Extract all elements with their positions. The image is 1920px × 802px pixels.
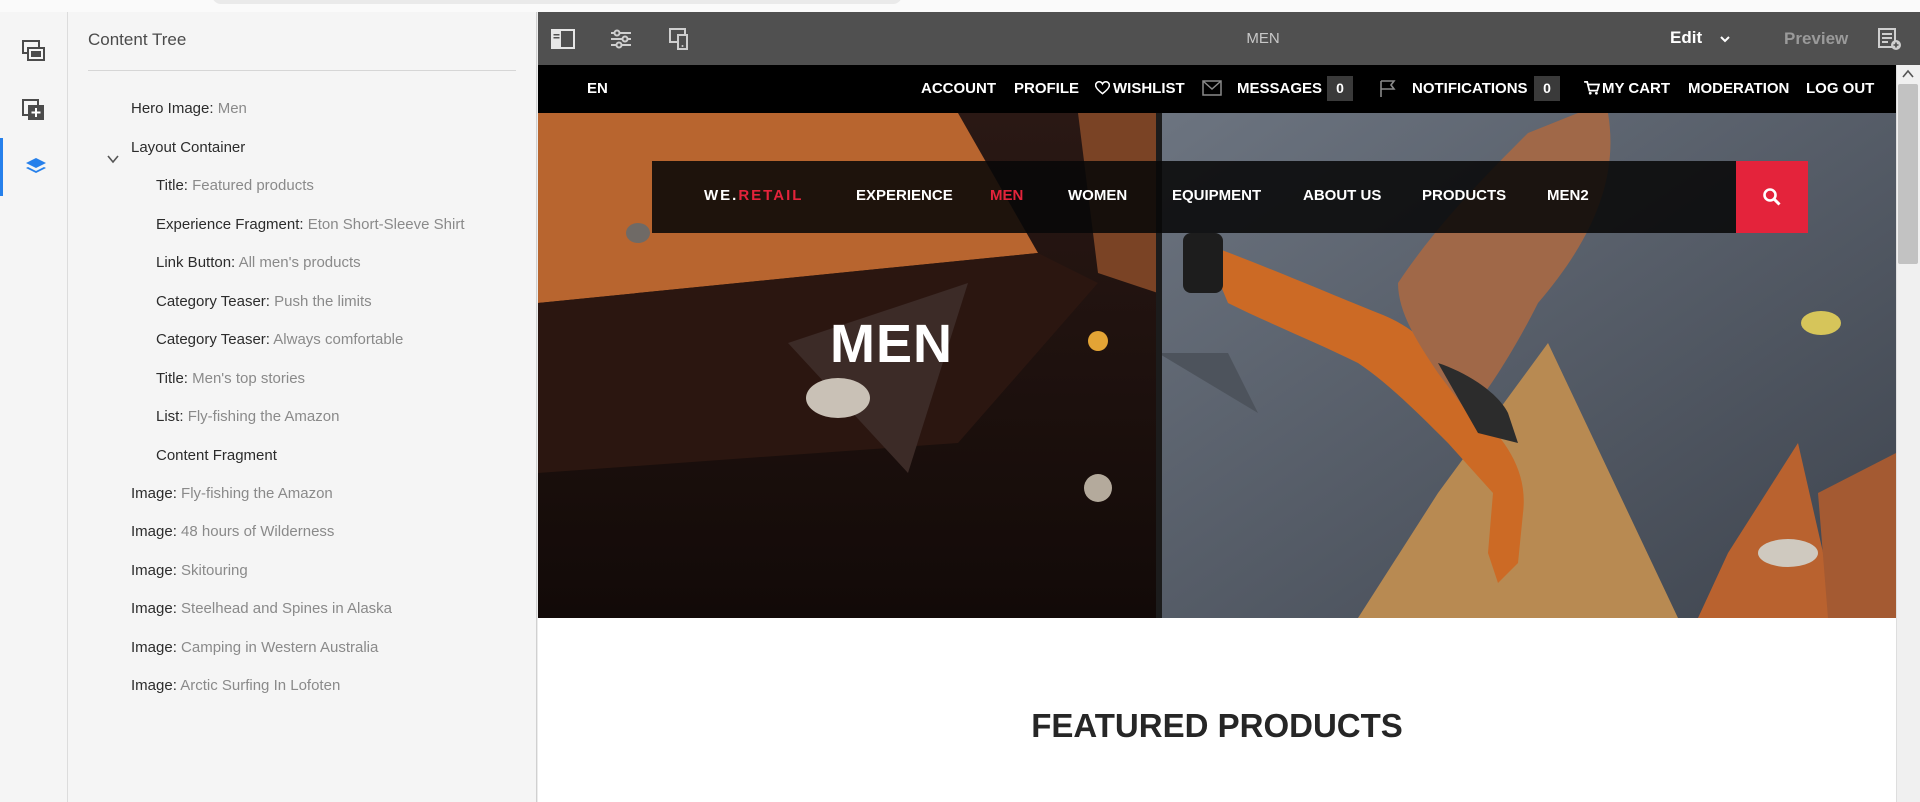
- side-rail: [0, 12, 68, 802]
- logout-link[interactable]: LOG OUT: [1806, 80, 1874, 97]
- tree-item-list[interactable]: List: Fly-fishing the Amazon: [156, 408, 339, 425]
- scrollbar-thumb[interactable]: [1898, 84, 1918, 264]
- profile-link[interactable]: PROFILE: [1014, 80, 1079, 97]
- heart-icon: [1095, 81, 1110, 95]
- nav-about-us[interactable]: ABOUT US: [1303, 187, 1381, 204]
- content-tree-icon: [25, 158, 46, 173]
- tree-item-image[interactable]: Image: Steelhead and Spines in Alaska: [131, 600, 392, 617]
- tree-item-title[interactable]: Title: Featured products: [156, 177, 314, 194]
- wishlist-link[interactable]: WISHLIST: [1113, 80, 1185, 97]
- nav-experience[interactable]: EXPERIENCE: [856, 187, 953, 204]
- search-icon: [1763, 188, 1781, 206]
- emulator-icon[interactable]: [667, 26, 693, 52]
- tree-item-image[interactable]: Image: Camping in Western Australia: [131, 639, 378, 656]
- components-tab[interactable]: [0, 81, 68, 139]
- editor-toolbar: MEN Edit Preview: [538, 12, 1920, 65]
- flag-icon: [1380, 80, 1396, 97]
- featured-products-title: FEATURED PRODUCTS: [1031, 707, 1403, 744]
- cart-link[interactable]: MY CART: [1602, 80, 1670, 97]
- annotations-icon[interactable]: [1876, 26, 1902, 52]
- tree-item-category-teaser[interactable]: Category Teaser: Always comfortable: [156, 331, 403, 348]
- notifications-link[interactable]: NOTIFICATIONS: [1412, 80, 1528, 97]
- messages-count-badge: 0: [1327, 76, 1353, 101]
- content-tree-tab[interactable]: [0, 138, 68, 196]
- tree-item-image[interactable]: Image: 48 hours of Wilderness: [131, 523, 334, 540]
- side-panel-icon[interactable]: [550, 26, 576, 52]
- nav-women[interactable]: WOMEN: [1068, 187, 1127, 204]
- we-retail-logo[interactable]: WE.RETAIL: [704, 187, 803, 204]
- collapse-chevron-icon[interactable]: [106, 152, 120, 166]
- envelope-icon: [1202, 80, 1222, 96]
- tree-item-category-teaser[interactable]: Category Teaser: Push the limits: [156, 293, 372, 310]
- page-properties-icon[interactable]: [608, 26, 634, 52]
- page-title: MEN: [1246, 30, 1280, 47]
- site-navigation: WE.RETAIL EXPERIENCE MEN WOMEN EQUIPMENT…: [652, 161, 1736, 233]
- components-icon: [22, 99, 44, 120]
- preview-button[interactable]: Preview: [1784, 29, 1848, 49]
- tree-item-image[interactable]: Image: Arctic Surfing In Lofoten: [131, 677, 340, 694]
- nav-men2[interactable]: MEN2: [1547, 187, 1589, 204]
- tree-item-content-fragment[interactable]: Content Fragment: [156, 447, 277, 464]
- notifications-count-badge: 0: [1534, 76, 1560, 101]
- scroll-up-arrow-icon[interactable]: [1902, 69, 1914, 79]
- assets-icon: [22, 40, 45, 61]
- cart-icon: [1584, 81, 1600, 95]
- nav-products[interactable]: PRODUCTS: [1422, 187, 1506, 204]
- tree-item-experience-fragment[interactable]: Experience Fragment: Eton Short-Sleeve S…: [156, 216, 465, 233]
- account-link[interactable]: ACCOUNT: [921, 80, 996, 97]
- browser-address-pill: [212, 0, 902, 4]
- language-switcher[interactable]: EN: [587, 80, 608, 97]
- messages-link[interactable]: MESSAGES: [1237, 80, 1322, 97]
- hero-image[interactable]: WE.RETAIL EXPERIENCE MEN WOMEN EQUIPMENT…: [538, 113, 1896, 618]
- panel-title: Content Tree: [88, 30, 187, 49]
- nav-equipment[interactable]: EQUIPMENT: [1172, 187, 1261, 204]
- tree-item-title[interactable]: Title: Men's top stories: [156, 370, 305, 387]
- panel-divider: [88, 70, 516, 71]
- tree-item-layout-container[interactable]: Layout Container: [131, 139, 245, 156]
- content-tree-panel: Content Tree Hero Image: Men Layout Cont…: [68, 12, 537, 802]
- tree-item-image[interactable]: Image: Fly-fishing the Amazon: [131, 485, 333, 502]
- hero-title: MEN: [830, 314, 953, 374]
- chevron-down-icon[interactable]: [1718, 32, 1732, 46]
- tree-item-image[interactable]: Image: Skitouring: [131, 562, 248, 579]
- search-button[interactable]: [1736, 161, 1808, 233]
- moderation-link[interactable]: MODERATION: [1688, 80, 1789, 97]
- page-preview-frame: EN ACCOUNT PROFILE WISHLIST MESSAGES 0 N…: [538, 65, 1896, 802]
- mode-selector[interactable]: Edit: [1670, 28, 1702, 48]
- tree-item-link-button[interactable]: Link Button: All men's products: [156, 254, 361, 271]
- browser-top-strip: [0, 0, 1920, 12]
- assets-tab[interactable]: [0, 22, 68, 80]
- tree-item-hero-image[interactable]: Hero Image: Men: [131, 100, 247, 117]
- site-top-bar: EN ACCOUNT PROFILE WISHLIST MESSAGES 0 N…: [538, 65, 1896, 113]
- nav-men[interactable]: MEN: [990, 187, 1023, 204]
